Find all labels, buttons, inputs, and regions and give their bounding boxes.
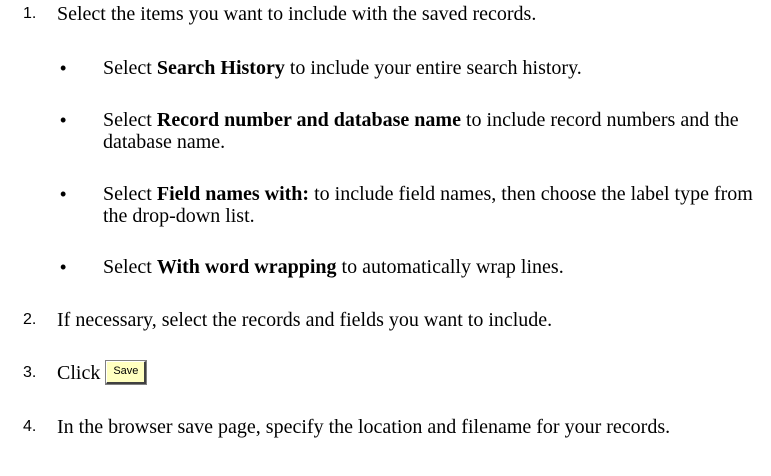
step-text: Select the items you want to include wit… bbox=[57, 3, 537, 25]
bullet-prefix: Select bbox=[103, 256, 157, 278]
option-name: Record number and database name bbox=[156, 109, 461, 131]
option-name: Field names with: bbox=[156, 183, 310, 205]
bullet-marker: • bbox=[60, 184, 67, 204]
bullet-prefix: Select bbox=[103, 183, 157, 205]
option-name: With word wrapping bbox=[156, 256, 337, 278]
bullet-marker: • bbox=[60, 257, 67, 277]
step-text: If necessary, select the records and fie… bbox=[57, 309, 553, 331]
step-text: In the browser save page, specify the lo… bbox=[57, 416, 671, 438]
step-number: 1. bbox=[23, 5, 37, 22]
option-name: Search History bbox=[156, 57, 285, 79]
bullet-marker: • bbox=[60, 58, 67, 78]
bullet-prefix: Select bbox=[103, 109, 157, 131]
bullet-suffix: to automatically wrap lines. bbox=[336, 256, 564, 278]
step-number: 3. bbox=[23, 364, 37, 381]
step-text: Click bbox=[57, 362, 101, 384]
instructions-page: 1. Select the items you want to include … bbox=[0, 0, 771, 476]
bullet-text: Select Record number and database name t… bbox=[103, 109, 763, 153]
save-button[interactable]: Save bbox=[106, 360, 147, 384]
bullet-marker: • bbox=[60, 110, 67, 130]
bullet-text: Select Field names with: to include fiel… bbox=[103, 183, 763, 227]
bullet-text: Select With word wrapping to automatical… bbox=[103, 256, 763, 278]
step-number: 2. bbox=[23, 311, 37, 328]
bullet-text: Select Search History to include your en… bbox=[103, 57, 763, 79]
bullet-prefix: Select bbox=[103, 57, 157, 79]
step-number: 4. bbox=[23, 418, 37, 435]
step-text-container: Click Save bbox=[57, 360, 757, 386]
bullet-suffix: to include your entire search history. bbox=[284, 57, 582, 79]
